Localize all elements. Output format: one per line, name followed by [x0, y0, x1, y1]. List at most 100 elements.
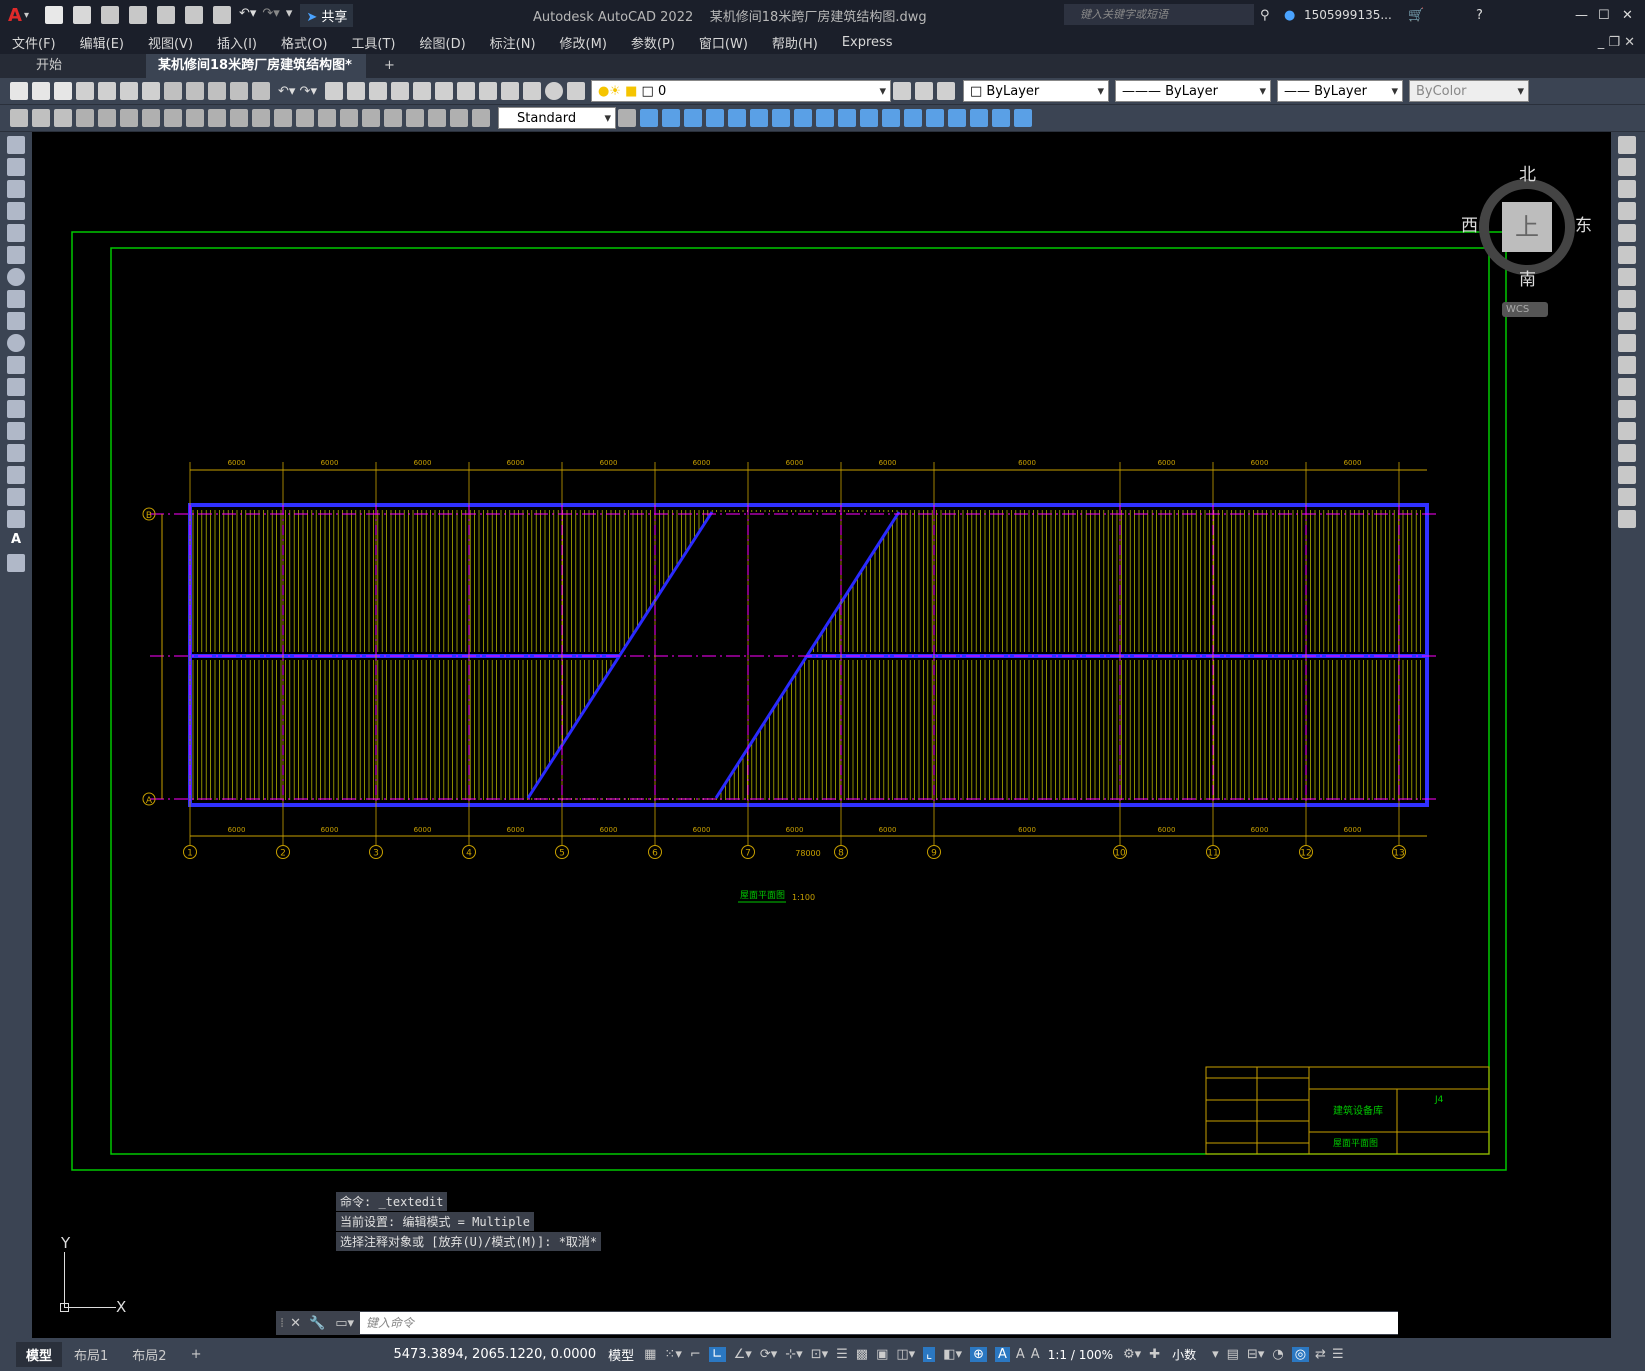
- redo-icon[interactable]: ↷▾: [262, 6, 279, 24]
- color-faces-icon[interactable]: [860, 109, 878, 127]
- markup-icon[interactable]: [500, 82, 519, 100]
- offset-faces-icon[interactable]: [750, 109, 768, 127]
- taper-faces-icon[interactable]: [816, 109, 834, 127]
- menu-view[interactable]: 视图(V): [148, 33, 193, 52]
- spline-icon[interactable]: [7, 312, 25, 330]
- infer-icon[interactable]: ⌐: [690, 1347, 701, 1362]
- maximize-button[interactable]: ☐: [1598, 8, 1610, 23]
- add-selected-icon[interactable]: [7, 554, 25, 572]
- join-icon[interactable]: [1618, 422, 1636, 440]
- shell-icon[interactable]: [992, 109, 1010, 127]
- imprint-icon[interactable]: [926, 109, 944, 127]
- help-icon[interactable]: ?: [1476, 8, 1483, 23]
- menu-window[interactable]: 窗口(W): [699, 33, 748, 52]
- aligned-dim-icon[interactable]: [98, 109, 116, 127]
- osnap-track-icon[interactable]: ⊹▾: [785, 1347, 802, 1362]
- properties-icon[interactable]: [412, 82, 431, 100]
- layout-tab-1[interactable]: 布局1: [62, 1342, 120, 1367]
- transparency-icon[interactable]: ▩: [856, 1347, 868, 1362]
- move-faces-icon[interactable]: [728, 109, 746, 127]
- ortho-icon[interactable]: ∟: [708, 1347, 726, 1362]
- user-name[interactable]: 1505999135...: [1304, 8, 1392, 22]
- table-icon[interactable]: [7, 510, 25, 528]
- jogged-dim-icon[interactable]: [186, 109, 204, 127]
- zoom-previous-icon[interactable]: [390, 82, 409, 100]
- point-icon[interactable]: [7, 422, 25, 440]
- command-line[interactable]: ⁞ ✕ 🔧 ▭▾ 键入命令: [276, 1311, 1398, 1335]
- wcs-menu[interactable]: WCS: [1502, 302, 1548, 317]
- plot-icon[interactable]: [212, 6, 231, 24]
- paste-icon[interactable]: [208, 82, 226, 100]
- menu-tools[interactable]: 工具(T): [351, 33, 395, 52]
- graphics-performance-icon[interactable]: ◎: [1291, 1347, 1310, 1362]
- selection-filter-icon[interactable]: ◧▾: [943, 1347, 962, 1362]
- intersect-icon[interactable]: [684, 109, 702, 127]
- chevron-down-icon[interactable]: ▾: [1212, 1347, 1219, 1362]
- separate-icon[interactable]: [970, 109, 988, 127]
- plot-icon[interactable]: [76, 82, 94, 100]
- share-button[interactable]: ➤ 共享: [300, 3, 354, 27]
- layer-previous-icon[interactable]: [914, 82, 933, 100]
- linear-dim-icon[interactable]: [76, 109, 94, 127]
- extend-icon[interactable]: [1618, 356, 1636, 374]
- publish-icon[interactable]: [120, 82, 138, 100]
- gizmo-icon[interactable]: ⊕: [970, 1347, 987, 1362]
- menu-modify[interactable]: 修改(M): [560, 33, 607, 52]
- fillet-icon[interactable]: [1618, 466, 1636, 484]
- polygon-icon[interactable]: [7, 202, 25, 220]
- polar-icon[interactable]: ∠▾: [734, 1347, 752, 1362]
- menu-help[interactable]: 帮助(H): [772, 33, 818, 52]
- color-edges-icon[interactable]: [904, 109, 922, 127]
- compass-south[interactable]: 南: [1519, 265, 1536, 290]
- 3dprint-icon[interactable]: [142, 82, 160, 100]
- save-icon[interactable]: [54, 82, 72, 100]
- linetype-dropdown[interactable]: ——— ByLayer: [1114, 80, 1271, 103]
- delete-faces-icon[interactable]: [772, 109, 790, 127]
- scale-icon[interactable]: [1618, 290, 1636, 308]
- copy-edges-icon[interactable]: [882, 109, 900, 127]
- dim-break-icon[interactable]: [340, 109, 358, 127]
- break-icon[interactable]: [1618, 400, 1636, 418]
- auto-scale-icon[interactable]: A: [1016, 1347, 1025, 1362]
- lock-ui-icon[interactable]: ⊟▾: [1247, 1347, 1264, 1362]
- clean-icon[interactable]: [948, 109, 966, 127]
- isolate-objects-icon[interactable]: ◔: [1272, 1347, 1283, 1362]
- mirror-icon[interactable]: [1618, 180, 1636, 198]
- new-file-icon[interactable]: [44, 6, 63, 24]
- mtext-icon[interactable]: A: [7, 532, 25, 550]
- user-icon[interactable]: ●: [1284, 8, 1295, 23]
- matchprop-icon[interactable]: [230, 82, 248, 100]
- rectangle-icon[interactable]: [7, 224, 25, 242]
- make-current-icon[interactable]: [892, 82, 911, 100]
- search-icon[interactable]: ⚲: [1260, 8, 1270, 23]
- circle-icon[interactable]: [7, 268, 25, 286]
- dim-edit-icon[interactable]: [450, 109, 468, 127]
- angular-dim-icon[interactable]: [230, 109, 248, 127]
- clean-screen-icon[interactable]: ⇄: [1315, 1347, 1326, 1362]
- tool-icon[interactable]: [54, 109, 72, 127]
- copy-icon[interactable]: [1618, 158, 1636, 176]
- polyline-icon[interactable]: [7, 180, 25, 198]
- customize-icon[interactable]: 🔧: [309, 1316, 325, 1331]
- menu-draw[interactable]: 绘图(D): [420, 33, 466, 52]
- designcenter-icon[interactable]: [434, 82, 453, 100]
- search-box[interactable]: 键入关键字或短语: [1064, 4, 1254, 25]
- radius-dim-icon[interactable]: [164, 109, 182, 127]
- quick-properties-icon[interactable]: ▤: [1227, 1347, 1239, 1362]
- menu-insert[interactable]: 插入(I): [217, 33, 257, 52]
- annotation-monitor-icon[interactable]: ✚: [1149, 1347, 1160, 1362]
- tool-icon[interactable]: [10, 109, 28, 127]
- menu-parametric[interactable]: 参数(P): [631, 33, 675, 52]
- insert-block-icon[interactable]: [7, 378, 25, 396]
- ellipse-icon[interactable]: [7, 334, 25, 352]
- hatch-icon[interactable]: [7, 444, 25, 462]
- annotation-scale[interactable]: 1:1 / 100%: [1048, 1348, 1113, 1362]
- tab-start[interactable]: 开始: [24, 54, 144, 78]
- save-icon[interactable]: [100, 6, 119, 24]
- annotation-visibility-icon[interactable]: A: [994, 1347, 1010, 1362]
- continue-dim-icon[interactable]: [296, 109, 314, 127]
- rotate-faces-icon[interactable]: [794, 109, 812, 127]
- coordinates[interactable]: 5473.3894, 2065.1220, 0.0000: [393, 1347, 596, 1362]
- add-tab-button[interactable]: +: [372, 54, 395, 78]
- compass-east[interactable]: 东: [1575, 211, 1592, 236]
